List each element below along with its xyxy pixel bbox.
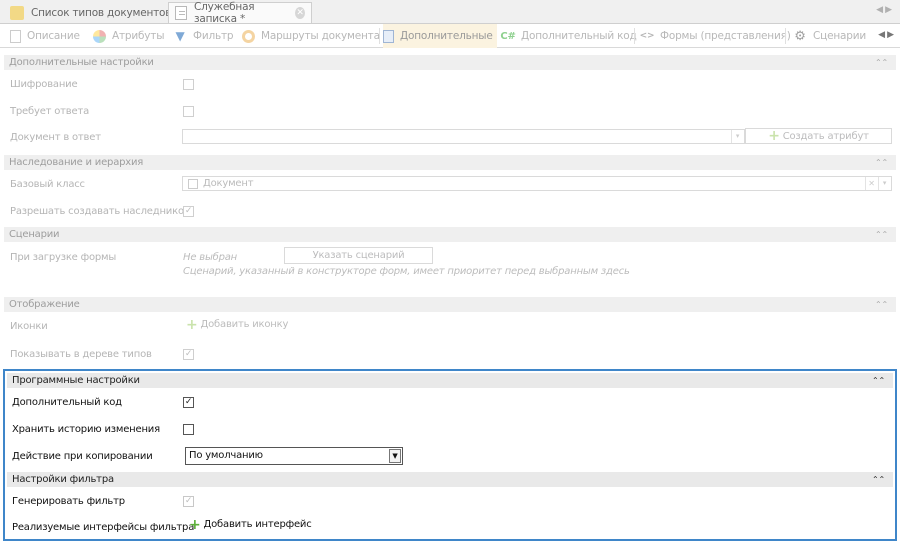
tab-scenarios-label: Сценарии — [813, 30, 866, 42]
filter-interfaces-label: Реализуемые интерфейсы фильтра — [12, 522, 195, 533]
toolbar-separator — [785, 28, 786, 44]
icons-label: Иконки — [10, 321, 48, 332]
copy-action-label: Действие при копировании — [12, 451, 153, 462]
tab-additional-label: Дополнительные — [400, 30, 493, 42]
chevron-down-icon[interactable]: ▼ — [389, 449, 401, 463]
add-icon-button[interactable]: + Добавить иконку — [186, 316, 289, 333]
section-title: Наследование и иерархия — [9, 157, 144, 168]
show-in-tree-checkbox[interactable]: ✓ — [183, 349, 194, 360]
collapse-icon[interactable]: ⌃⌃ — [875, 227, 888, 242]
reply-document-select[interactable]: ▾ — [182, 129, 745, 144]
section-header-scenarios[interactable]: Сценарии ⌃⌃ — [4, 227, 896, 242]
encryption-label: Шифрование — [10, 79, 78, 90]
section-header-program-settings[interactable]: Программные настройки ⌃⌃ — [7, 373, 893, 388]
create-attribute-label: Создать атрибут — [782, 130, 869, 142]
tab-attributes-label: Атрибуты — [112, 30, 165, 42]
settings-page-icon — [383, 29, 394, 43]
clear-icon[interactable]: ✕ — [865, 177, 877, 190]
base-class-value: Документ — [203, 178, 254, 189]
tab-additional-code[interactable]: C# Дополнительный код — [500, 24, 637, 48]
additional-code-label: Дополнительный код — [12, 397, 122, 408]
plus-icon: + — [189, 516, 201, 533]
base-class-label: Базовый класс — [10, 179, 85, 190]
add-interface-button[interactable]: + Добавить интерфейс — [189, 516, 312, 533]
chevron-down-icon[interactable]: ▾ — [731, 130, 743, 143]
tab-label: Список типов документов — [31, 6, 172, 19]
document-icon — [10, 29, 21, 43]
on-form-load-label: При загрузке формы — [10, 252, 117, 263]
folder-icon — [10, 5, 24, 20]
tab-additional-code-label: Дополнительный код — [521, 30, 637, 42]
collapse-icon[interactable]: ⌃⌃ — [872, 472, 885, 487]
tab-filter[interactable]: ▼ Фильтр — [173, 24, 233, 48]
encryption-checkbox[interactable] — [183, 79, 194, 90]
document-icon — [175, 6, 187, 20]
add-interface-label: Добавить интерфейс — [203, 519, 312, 530]
section-title: Сценарии — [9, 229, 60, 240]
copy-action-select[interactable]: По умолчанию ▼ — [185, 447, 403, 465]
scenario-hint: Сценарий, указанный в конструкторе форм,… — [183, 266, 630, 277]
section-header-filter-settings[interactable]: Настройки фильтра ⌃⌃ — [7, 472, 893, 487]
chevron-down-icon[interactable]: ▾ — [878, 177, 890, 190]
keep-history-label: Хранить историю изменения — [12, 424, 160, 435]
tab-filter-label: Фильтр — [193, 30, 234, 42]
gear-icon: ⚙ — [794, 28, 806, 44]
tab-document-routes[interactable]: Маршруты документа — [242, 24, 380, 48]
tab-scenarios[interactable]: ⚙ Сценарии — [793, 24, 866, 48]
toolbar-scroll-arrows-icon[interactable]: ◀▶ — [878, 30, 896, 40]
allow-inheritors-label: Разрешать создавать наследников — [10, 206, 190, 217]
section-title: Программные настройки — [12, 375, 140, 386]
collapse-icon[interactable]: ⌃⌃ — [872, 373, 885, 388]
tab-attributes[interactable]: Атрибуты — [93, 24, 164, 48]
tab-scroll-arrows-icon[interactable]: ◀▶ — [876, 5, 894, 15]
highlighted-settings-panel: Программные настройки ⌃⌃ Дополнительный … — [3, 369, 897, 541]
section-title: Отображение — [9, 299, 80, 310]
section-title: Дополнительные настройки — [9, 57, 154, 68]
form-code-icon: <> — [639, 31, 655, 41]
generate-filter-checkbox[interactable]: ✓ — [183, 496, 194, 507]
add-icon-label: Добавить иконку — [200, 319, 289, 330]
toolbar-separator — [379, 28, 380, 44]
tab-forms[interactable]: <> Формы (представления) — [640, 24, 791, 48]
copy-action-value: По умолчанию — [189, 450, 263, 461]
section-toolbar: Описание Атрибуты ▼ Фильтр Маршруты доку… — [0, 24, 900, 48]
funnel-icon: ▼ — [175, 29, 185, 43]
plus-icon: + — [186, 316, 198, 333]
section-header-display[interactable]: Отображение ⌃⌃ — [4, 297, 896, 312]
tab-document-types-list[interactable]: Список типов документов — [4, 2, 177, 23]
reply-document-label: Документ в ответ — [10, 132, 101, 143]
base-class-select[interactable]: Документ ✕ ▾ — [182, 176, 892, 191]
palette-icon — [93, 29, 106, 43]
section-title: Настройки фильтра — [12, 474, 114, 485]
csharp-icon: C# — [500, 30, 516, 42]
create-attribute-button[interactable]: + Создать атрибут — [745, 128, 892, 144]
allow-inheritors-checkbox[interactable]: ✓ — [183, 206, 194, 217]
tab-forms-label: Формы (представления) — [660, 30, 791, 42]
section-header-extra-settings[interactable]: Дополнительные настройки ⌃⌃ — [4, 55, 896, 70]
document-tabs-bar: Список типов документов Служебная записк… — [0, 0, 900, 25]
show-in-tree-label: Показывать в дереве типов — [10, 349, 152, 360]
requires-reply-label: Требует ответа — [10, 106, 89, 117]
collapse-icon[interactable]: ⌃⌃ — [875, 155, 888, 170]
tab-description[interactable]: Описание — [10, 24, 80, 48]
additional-code-checkbox[interactable]: ✓ — [183, 397, 194, 408]
document-icon — [188, 179, 198, 189]
requires-reply-checkbox[interactable] — [183, 106, 194, 117]
route-icon — [242, 29, 255, 43]
tab-memo[interactable]: Служебная записка * ✕ — [168, 1, 312, 25]
toolbar-separator — [634, 28, 635, 44]
collapse-icon[interactable]: ⌃⌃ — [875, 297, 888, 312]
set-scenario-button[interactable]: Указать сценарий — [284, 247, 433, 264]
tab-routes-label: Маршруты документа — [261, 30, 380, 42]
collapse-icon[interactable]: ⌃⌃ — [875, 55, 888, 70]
generate-filter-label: Генерировать фильтр — [12, 496, 125, 507]
section-header-inheritance[interactable]: Наследование и иерархия ⌃⌃ — [4, 155, 896, 170]
scenario-not-selected: Не выбран — [183, 252, 238, 263]
tab-description-label: Описание — [27, 30, 80, 42]
tab-additional[interactable]: Дополнительные — [383, 24, 497, 48]
plus-icon: + — [768, 128, 780, 144]
tab-label: Служебная записка * — [193, 1, 255, 25]
close-icon[interactable]: ✕ — [295, 7, 305, 19]
keep-history-checkbox[interactable] — [183, 424, 194, 435]
